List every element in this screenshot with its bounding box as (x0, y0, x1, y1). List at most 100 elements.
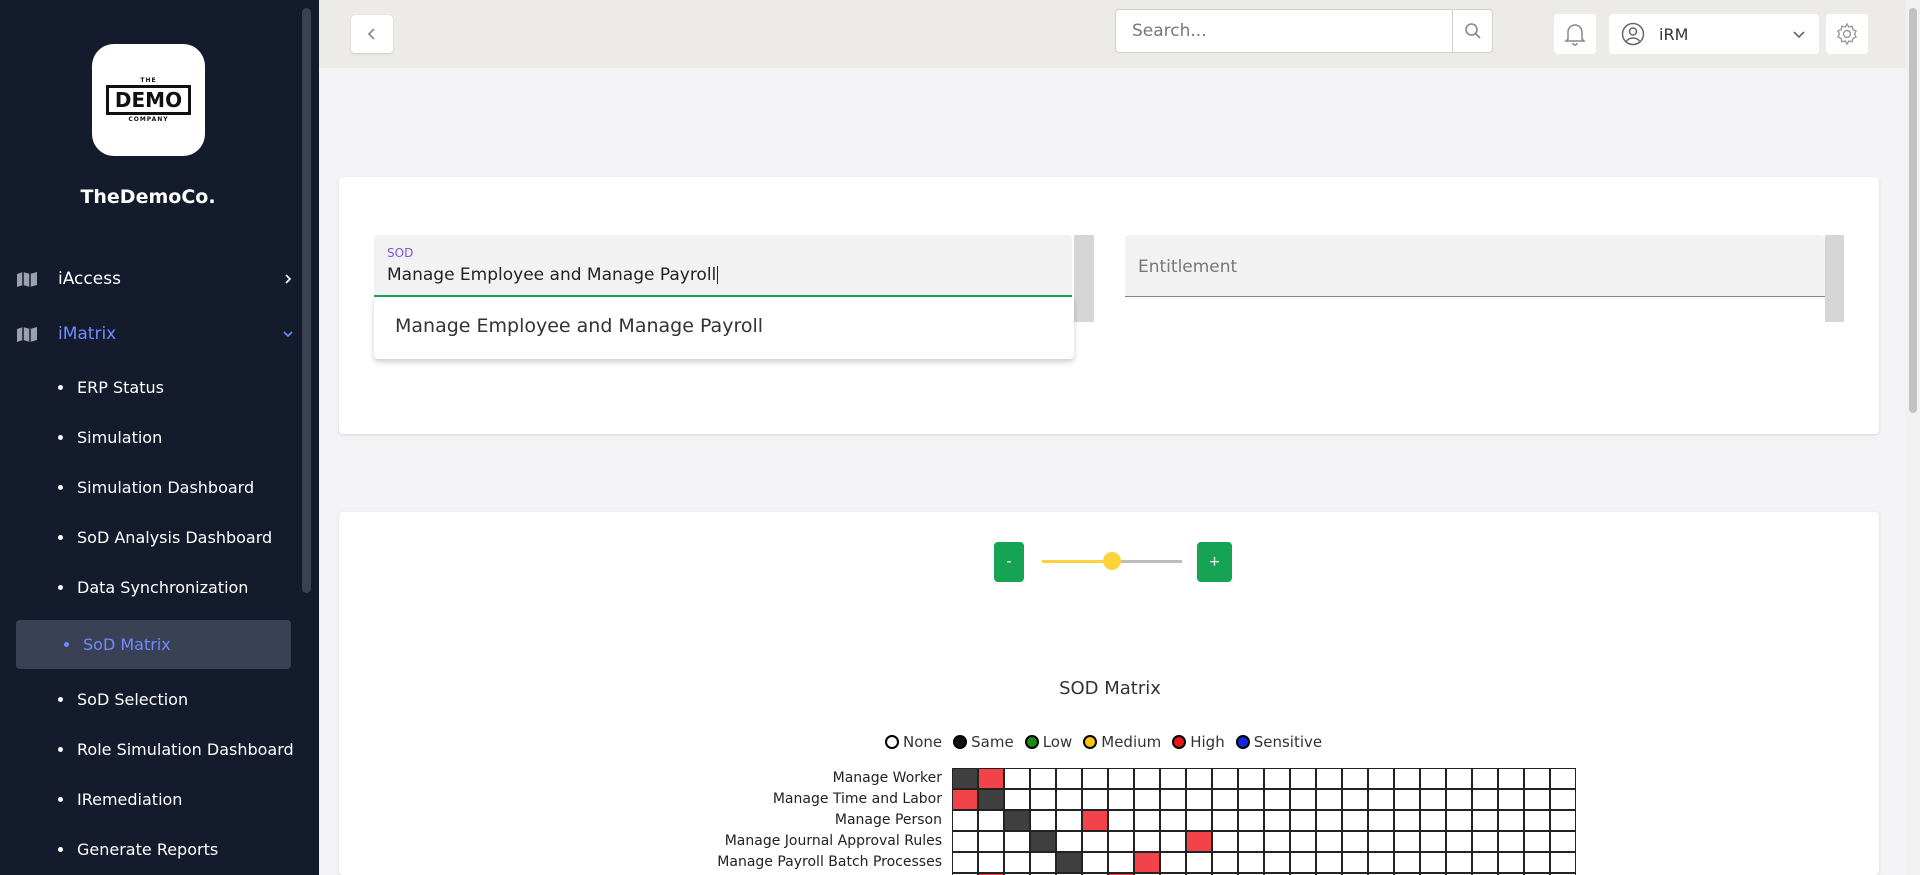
matrix-cell-none[interactable] (1498, 852, 1524, 873)
matrix-cell-none[interactable] (1420, 810, 1446, 831)
zoom-out-button[interactable]: - (994, 542, 1024, 582)
matrix-cell-high[interactable] (1134, 852, 1160, 873)
matrix-cell-none[interactable] (1186, 852, 1212, 873)
matrix-cell-none[interactable] (1108, 831, 1134, 852)
matrix-cell-none[interactable] (1342, 852, 1368, 873)
matrix-cell-none[interactable] (1186, 810, 1212, 831)
sidebar-item-role-simulation-dashboard[interactable]: Role Simulation Dashboard (58, 732, 294, 766)
sidebar-item-simulation[interactable]: Simulation (58, 420, 162, 454)
matrix-cell-none[interactable] (1342, 768, 1368, 789)
matrix-cell-high[interactable] (952, 789, 978, 810)
matrix-cell-none[interactable] (1446, 768, 1472, 789)
matrix-cell-none[interactable] (1186, 789, 1212, 810)
entitlement-field[interactable]: Entitlement (1125, 235, 1825, 297)
matrix-cell-none[interactable] (1498, 789, 1524, 810)
matrix-cell-none[interactable] (1446, 789, 1472, 810)
matrix-cell-none[interactable] (1524, 810, 1550, 831)
matrix-cell-none[interactable] (1550, 810, 1576, 831)
matrix-cell-same[interactable] (978, 789, 1004, 810)
matrix-cell-none[interactable] (1290, 810, 1316, 831)
matrix-cell-none[interactable] (1420, 789, 1446, 810)
matrix-cell-high[interactable] (1082, 810, 1108, 831)
matrix-cell-none[interactable] (1004, 852, 1030, 873)
matrix-cell-none[interactable] (1368, 852, 1394, 873)
matrix-cell-none[interactable] (1290, 768, 1316, 789)
matrix-cell-none[interactable] (1134, 768, 1160, 789)
matrix-cell-none[interactable] (1550, 768, 1576, 789)
matrix-cell-none[interactable] (1212, 789, 1238, 810)
matrix-cell-none[interactable] (1030, 810, 1056, 831)
matrix-cell-none[interactable] (1290, 831, 1316, 852)
matrix-cell-none[interactable] (1290, 852, 1316, 873)
matrix-cell-none[interactable] (1420, 768, 1446, 789)
matrix-cell-none[interactable] (1342, 789, 1368, 810)
matrix-cell-none[interactable] (1316, 810, 1342, 831)
matrix-cell-none[interactable] (1134, 810, 1160, 831)
matrix-cell-high[interactable] (1186, 831, 1212, 852)
matrix-cell-none[interactable] (1030, 768, 1056, 789)
zoom-slider[interactable] (1042, 552, 1182, 570)
matrix-cell-none[interactable] (1394, 810, 1420, 831)
matrix-cell-none[interactable] (1394, 852, 1420, 873)
matrix-cell-none[interactable] (1472, 852, 1498, 873)
sidebar-scrollbar[interactable] (302, 8, 311, 593)
matrix-cell-none[interactable] (1368, 768, 1394, 789)
dropdown-option[interactable]: Manage Employee and Manage Payroll (395, 315, 763, 337)
sidebar-item-erp-status[interactable]: ERP Status (58, 370, 164, 404)
matrix-cell-none[interactable] (1394, 789, 1420, 810)
matrix-cell-none[interactable] (1238, 768, 1264, 789)
matrix-cell-same[interactable] (952, 768, 978, 789)
back-button[interactable] (351, 15, 393, 53)
sidebar-group-iaccess[interactable]: iAccess (16, 264, 301, 294)
matrix-cell-none[interactable] (1446, 831, 1472, 852)
matrix-cell-none[interactable] (1212, 852, 1238, 873)
matrix-cell-none[interactable] (1316, 852, 1342, 873)
sidebar-item-generate-reports[interactable]: Generate Reports (58, 832, 218, 866)
matrix-cell-none[interactable] (1264, 810, 1290, 831)
matrix-cell-none[interactable] (1472, 768, 1498, 789)
matrix-cell-none[interactable] (1290, 789, 1316, 810)
matrix-cell-none[interactable] (978, 831, 1004, 852)
matrix-cell-none[interactable] (1472, 789, 1498, 810)
zoom-slider-knob[interactable] (1103, 552, 1121, 570)
matrix-cell-none[interactable] (1394, 768, 1420, 789)
matrix-cell-none[interactable] (1524, 831, 1550, 852)
matrix-cell-none[interactable] (1524, 789, 1550, 810)
matrix-cell-none[interactable] (1056, 810, 1082, 831)
matrix-cell-none[interactable] (1342, 810, 1368, 831)
sidebar-item-sod-selection[interactable]: SoD Selection (58, 682, 188, 716)
matrix-cell-none[interactable] (1264, 852, 1290, 873)
matrix-cell-none[interactable] (1238, 852, 1264, 873)
matrix-cell-none[interactable] (1342, 831, 1368, 852)
matrix-cell-none[interactable] (1056, 789, 1082, 810)
matrix-cell-none[interactable] (1056, 831, 1082, 852)
zoom-in-button[interactable]: + (1197, 542, 1232, 582)
matrix-cell-none[interactable] (1550, 789, 1576, 810)
matrix-cell-none[interactable] (1368, 810, 1394, 831)
matrix-cell-none[interactable] (1264, 831, 1290, 852)
matrix-cell-none[interactable] (1108, 852, 1134, 873)
matrix-cell-none[interactable] (1108, 789, 1134, 810)
matrix-cell-none[interactable] (1446, 852, 1472, 873)
company-logo[interactable]: THE DEMO COMPANY (92, 44, 205, 156)
matrix-cell-none[interactable] (1420, 852, 1446, 873)
matrix-cell-none[interactable] (1004, 768, 1030, 789)
matrix-cell-none[interactable] (1160, 831, 1186, 852)
matrix-cell-none[interactable] (1238, 789, 1264, 810)
matrix-cell-none[interactable] (952, 810, 978, 831)
page-scrollbar[interactable] (1906, 0, 1920, 875)
matrix-cell-none[interactable] (1368, 789, 1394, 810)
matrix-cell-none[interactable] (952, 852, 978, 873)
matrix-cell-none[interactable] (1108, 768, 1134, 789)
matrix-cell-same[interactable] (1056, 852, 1082, 873)
matrix-cell-none[interactable] (1498, 810, 1524, 831)
search-input[interactable] (1116, 10, 1452, 52)
matrix-cell-none[interactable] (1082, 831, 1108, 852)
page-scrollbar-thumb[interactable] (1909, 8, 1917, 413)
matrix-cell-none[interactable] (1368, 831, 1394, 852)
matrix-cell-none[interactable] (1394, 831, 1420, 852)
notifications-button[interactable] (1554, 14, 1596, 54)
matrix-cell-none[interactable] (1238, 831, 1264, 852)
matrix-cell-none[interactable] (1316, 789, 1342, 810)
matrix-cell-none[interactable] (1498, 768, 1524, 789)
